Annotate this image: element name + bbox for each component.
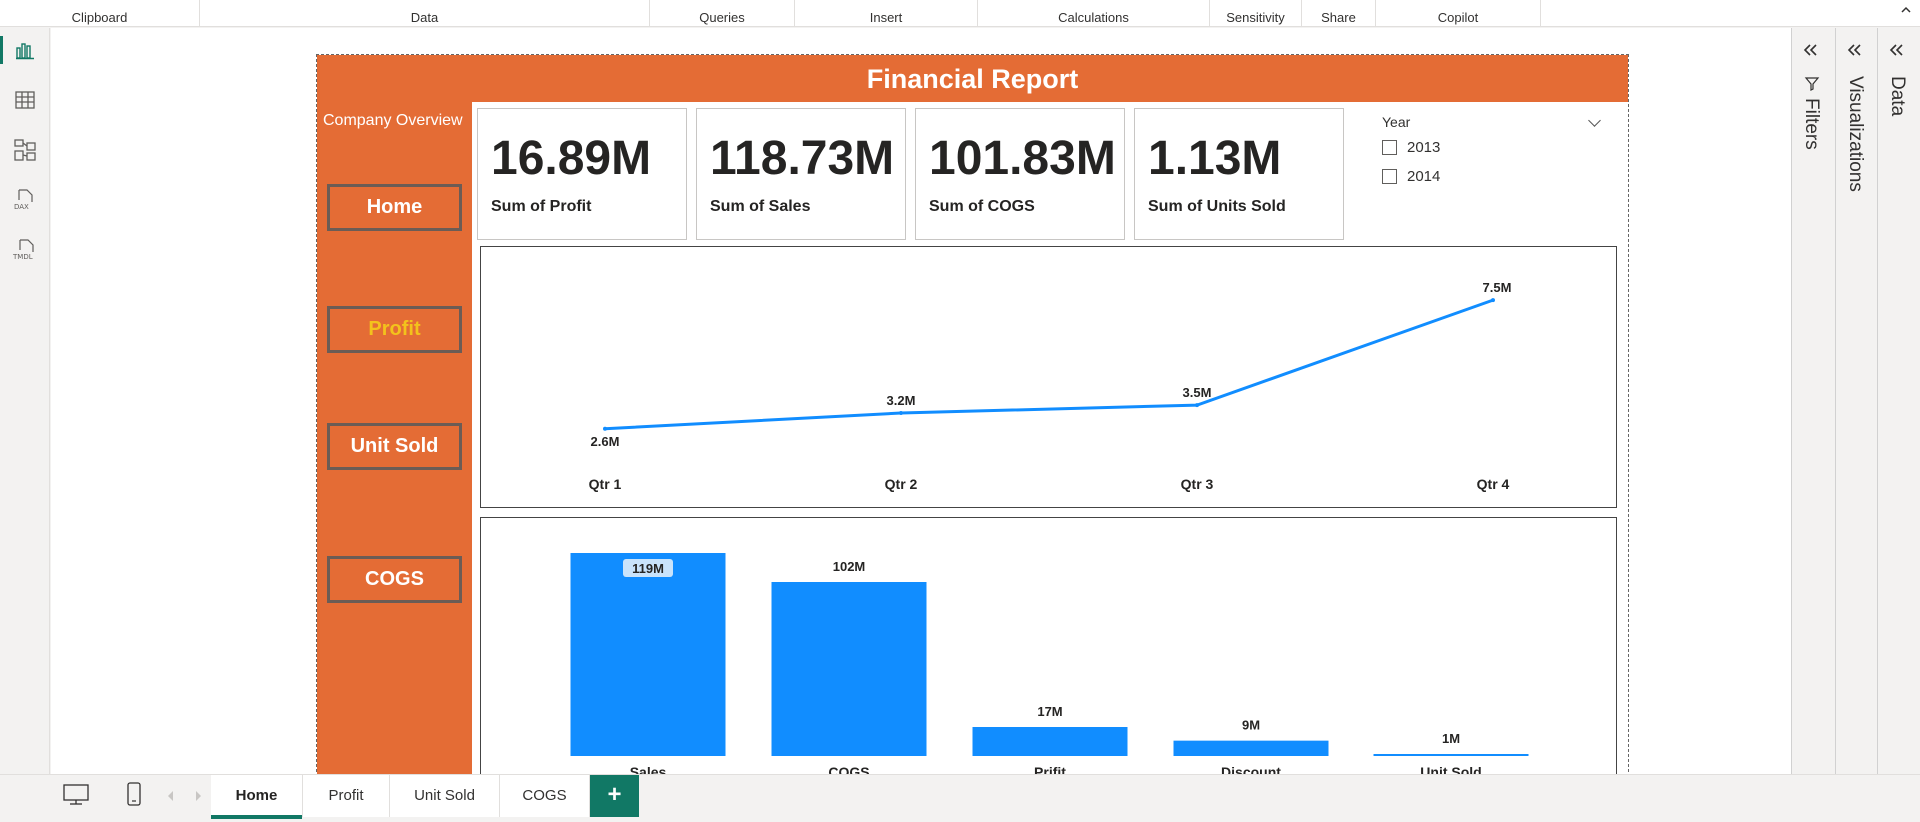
sales-card[interactable]: 118.73M Sum of Sales (696, 108, 906, 240)
bar-data-label: 17M (1037, 704, 1062, 719)
filters-pane[interactable]: Filters (1791, 28, 1835, 774)
line-point[interactable] (603, 426, 607, 431)
quarterly-line-chart[interactable]: 2.6M Qtr 1 3.2M Qtr 2 3.5M Qtr 3 7.5M Qtr 4 (480, 246, 1617, 508)
slicer-option-2013[interactable]: 2013 (1382, 139, 1440, 156)
tmdl-view-icon[interactable]: TMDL (0, 228, 50, 272)
ribbon-group-sensitivity[interactable]: Sensitivity (1210, 0, 1302, 27)
expand-filters-icon[interactable] (1802, 40, 1818, 63)
card-value: 101.83M (929, 132, 1116, 185)
visualizations-pane-label: Visualizations (1845, 76, 1866, 192)
mobile-layout-icon[interactable] (126, 781, 142, 812)
card-label: Sum of Profit (491, 198, 592, 215)
bar-data-label: 102M (833, 559, 866, 574)
x-axis-tick-label: Qtr 3 (1181, 476, 1214, 492)
slicer-title: Year (1382, 114, 1411, 130)
card-value: 118.73M (710, 132, 895, 185)
dax-query-view-icon[interactable]: DAX (0, 178, 50, 222)
bar-chart-svg: 119MSales102MCOGS17MPrifit9MDiscount1MUn… (570, 553, 1529, 780)
chevron-down-icon[interactable] (1588, 114, 1601, 127)
units-sold-card[interactable]: 1.13M Sum of Units Sold (1134, 108, 1344, 240)
model-view-icon[interactable] (0, 128, 50, 172)
checkbox[interactable] (1382, 140, 1397, 155)
svg-text:DAX: DAX (14, 203, 29, 211)
card-value: 1.13M (1148, 132, 1282, 185)
expand-visualizations-icon[interactable] (1846, 40, 1862, 63)
profit-card[interactable]: 16.89M Sum of Profit (477, 108, 687, 240)
bar[interactable] (1173, 740, 1329, 756)
navigation-panel: Company Overview Home Profit Unit Sold C… (317, 102, 472, 791)
card-label: Sum of COGS (929, 198, 1035, 215)
ribbon-group-insert[interactable]: Insert (795, 0, 978, 27)
add-page-button[interactable]: + (590, 775, 639, 817)
filters-pane-label: Filters (1801, 98, 1822, 150)
report-canvas: Financial Report Company Overview Home P… (51, 28, 1791, 792)
cogs-card[interactable]: 101.83M Sum of COGS (915, 108, 1125, 240)
line-data-label: 3.2M (887, 393, 916, 408)
line-chart-svg: 2.6M Qtr 1 3.2M Qtr 2 3.5M Qtr 3 7.5M Qtr 4 (589, 280, 1512, 492)
scroll-left-icon[interactable] (166, 789, 176, 807)
line-data-label: 3.5M (1183, 385, 1212, 400)
nav-unit-sold-button[interactable]: Unit Sold (327, 423, 462, 470)
line-data-label: 7.5M (1483, 280, 1512, 295)
desktop-layout-icon[interactable] (62, 783, 90, 812)
nav-cogs-button[interactable]: COGS (327, 556, 462, 603)
checkbox[interactable] (1382, 169, 1397, 184)
ribbon-group-data[interactable]: Data (200, 0, 650, 27)
x-axis-tick-label: Qtr 1 (589, 476, 622, 492)
slicer-option-label: 2013 (1407, 139, 1441, 156)
line-point[interactable] (899, 411, 903, 415)
ribbon-group-calculations[interactable]: Calculations (978, 0, 1210, 27)
tab-home[interactable]: Home (211, 775, 303, 819)
tab-cogs[interactable]: COGS (500, 775, 590, 817)
ribbon-group-queries[interactable]: Queries (650, 0, 795, 27)
line-point[interactable] (1491, 298, 1495, 303)
bar[interactable] (1373, 754, 1529, 756)
totals-bar-chart[interactable]: 119M Sales 102M COGS 17M Prifit 9M Discount 1M Un… (480, 517, 1617, 791)
bar[interactable] (771, 582, 927, 756)
expand-data-icon[interactable] (1888, 40, 1904, 63)
collapse-ribbon-icon[interactable] (1900, 4, 1912, 19)
slicer-option-label: 2014 (1407, 168, 1441, 185)
card-label: Sum of Units Sold (1148, 198, 1286, 215)
page-tab-bar: Home Profit Unit Sold COGS + (0, 774, 1920, 822)
x-axis-tick-label: Qtr 2 (885, 476, 918, 492)
svg-text:TMDL: TMDL (12, 253, 33, 261)
bar[interactable] (972, 727, 1128, 756)
ribbon-group-share[interactable]: Share (1302, 0, 1376, 27)
line-point[interactable] (1195, 403, 1199, 408)
ribbon-group-copilot[interactable]: Copilot (1376, 0, 1541, 27)
bar-data-label: 9M (1242, 718, 1260, 733)
line-series (604, 298, 1494, 431)
report-title: Financial Report (317, 55, 1628, 102)
visualizations-pane[interactable]: Visualizations (1835, 28, 1877, 774)
x-axis-tick-label: Qtr 4 (1477, 476, 1510, 492)
slicer-option-2014[interactable]: 2014 (1382, 168, 1440, 185)
tab-profit[interactable]: Profit (303, 775, 390, 817)
scroll-right-icon[interactable] (193, 789, 203, 807)
bar-data-label: 119M (632, 561, 664, 576)
ribbon: Clipboard Data Queries Insert Calculatio… (0, 0, 1920, 27)
nav-profit-button[interactable]: Profit (327, 306, 462, 353)
year-slicer: Year 2013 2014 (1372, 108, 1617, 240)
table-view-icon[interactable] (0, 78, 50, 122)
bar-data-label: 1M (1442, 731, 1460, 746)
report-page: Financial Report Company Overview Home P… (316, 54, 1629, 792)
ribbon-group-clipboard[interactable]: Clipboard (0, 0, 200, 27)
filter-icon (1804, 76, 1820, 97)
card-label: Sum of Sales (710, 198, 811, 215)
data-pane[interactable]: Data (1877, 28, 1920, 774)
bar[interactable] (570, 553, 726, 756)
report-view-icon[interactable] (0, 28, 50, 72)
tab-unit-sold[interactable]: Unit Sold (390, 775, 500, 817)
data-pane-label: Data (1887, 76, 1908, 117)
line-data-label: 2.6M (591, 434, 620, 449)
nav-home-button[interactable]: Home (327, 184, 462, 231)
card-value: 16.89M (491, 132, 652, 185)
view-rail: DAX TMDL (0, 28, 50, 774)
company-overview-label: Company Overview (323, 112, 463, 129)
